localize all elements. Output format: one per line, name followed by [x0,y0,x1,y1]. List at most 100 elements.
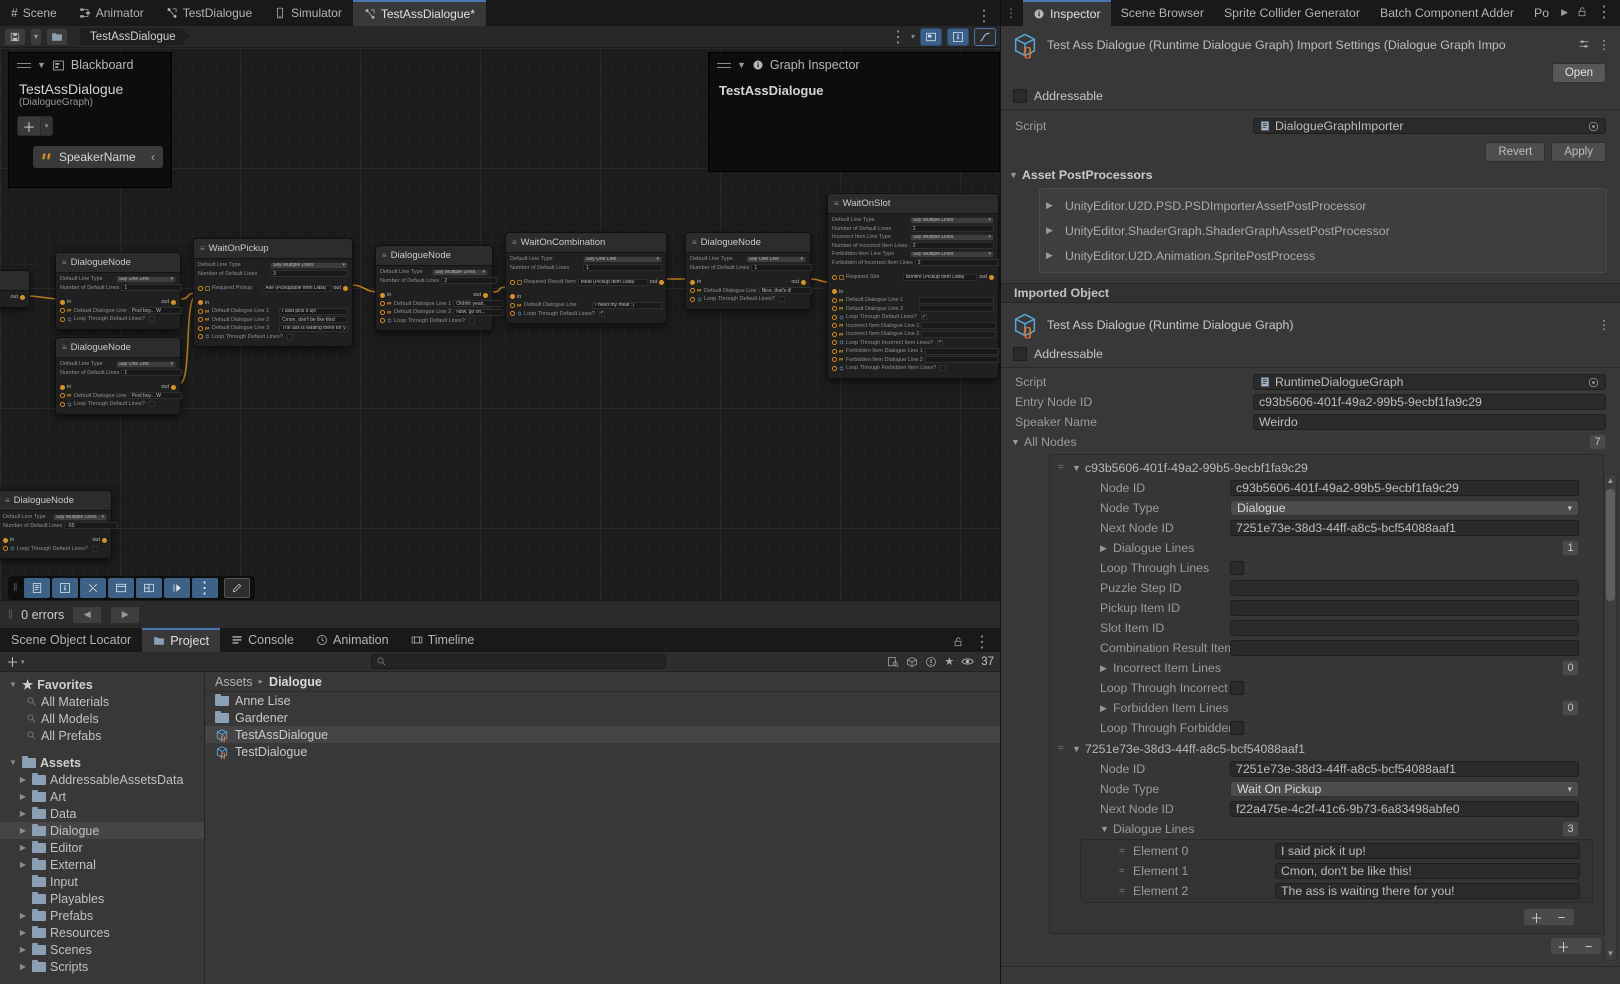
foldout-arrow-icon[interactable]: ▶ [1100,543,1113,554]
scroll-up-icon[interactable]: ▲ [1607,475,1615,487]
foldout-arrow-icon[interactable]: ▼ [1009,170,1022,180]
add-variable-button[interactable]: ＋ [17,116,41,136]
node-dropdown[interactable]: Say One Line▾ [116,361,176,368]
blackboard-toggle-button[interactable] [974,28,996,46]
input-port[interactable] [3,538,8,543]
graph-node-dialoguenode[interactable]: ≡DialogueNode Default Line TypeSay One L… [55,337,181,415]
puzzle-step-id-field[interactable] [1230,580,1579,596]
drag-handle-icon[interactable] [17,63,31,68]
port-icon[interactable] [832,306,837,311]
prev-error-button[interactable]: ◀ [72,606,102,624]
folder-item-external[interactable]: ▶External [0,856,204,873]
node-number-input[interactable]: -55 [64,522,118,529]
script-field[interactable]: DialogueGraphImporter [1253,118,1606,134]
breadcrumb-root[interactable]: Assets [215,675,253,689]
output-port[interactable] [20,295,25,300]
folder-item-input[interactable]: Input [0,873,204,890]
port-icon[interactable] [690,297,695,302]
alert-icon[interactable] [925,656,937,668]
node-checkbox[interactable] [779,296,785,302]
node-checkbox[interactable] [149,401,155,407]
file-item-anne-lise[interactable]: Anne Lise [205,692,1000,709]
port-icon[interactable] [198,317,203,322]
graph-breadcrumb[interactable]: TestAssDialogue [80,28,190,46]
remove-element-button[interactable]: − [1549,909,1574,925]
port-icon[interactable] [510,311,515,316]
dialogue-line-input[interactable]: Nice, that's it! [759,287,812,294]
folder-item-scripts[interactable]: ▶Scripts [0,958,204,975]
node-dropdown[interactable]: Say Multiple Lines▾ [910,251,994,258]
port-icon[interactable] [380,310,385,315]
input-port[interactable] [60,300,65,305]
node-dropdown[interactable]: Say Multiple Lines▾ [53,514,107,521]
dialogue-line-input[interactable]: Cmon, don't be like this! [279,316,348,323]
graph-node-dialoguenode[interactable]: ≡DialogueNode Default Line TypeSay One L… [55,252,181,330]
dialogue-line-input[interactable]: Now, go on,.. [453,309,503,316]
input-port[interactable] [60,385,65,390]
port-icon[interactable] [832,357,837,362]
input-port[interactable] [690,280,695,285]
package-icon[interactable] [906,656,918,668]
favorite-item[interactable]: All Materials [0,693,204,710]
node-wire[interactable] [351,285,378,292]
port-icon[interactable] [832,366,837,371]
node-number-input[interactable]: 1 [583,264,662,271]
blackboard-panel[interactable]: ▼Blackboard TestAssDialogue (DialogueGra… [8,52,172,188]
port-icon[interactable] [832,315,837,320]
folder-item-scenes[interactable]: ▶Scenes [0,941,204,958]
output-port[interactable] [102,538,107,543]
file-item-gardener[interactable]: Gardener [205,709,1000,726]
favorite-item[interactable]: All Models [0,710,204,727]
star-icon[interactable]: ★ [944,655,954,668]
scroll-down-icon[interactable]: ▼ [1607,948,1615,960]
drag-handle-icon[interactable]: = [1119,846,1133,857]
folder-item-resources[interactable]: ▶Resources [0,924,204,941]
save-caret-icon[interactable]: ▾ [30,28,42,46]
graph-node-dialoguenode[interactable]: ≡DialogueNode Default Line TypeSay Multi… [0,490,112,559]
graph-inspector-panel[interactable]: ▼Graph Inspector TestAssDialogue [708,52,1000,172]
eye-icon[interactable] [961,655,974,668]
lock-icon[interactable] [1576,6,1588,18]
dialogue-line-input[interactable]: Pool boy... W [129,307,182,314]
port-icon[interactable] [198,309,203,314]
graph-inspector-toggle-button[interactable] [947,28,969,46]
folder-item-addressableassetsdata[interactable]: ▶AddressableAssetsData [0,771,204,788]
add-variable-caret[interactable]: ▾ [41,116,53,136]
graph-node-dialoguenode[interactable]: ≡DialogueNode Default Line TypeSay Multi… [375,245,493,331]
infoSq-button[interactable] [52,578,78,598]
foldout-arrow-icon[interactable]: ▶ [1100,663,1113,674]
revert-button[interactable]: Revert [1485,142,1545,162]
open-asset-button[interactable] [46,28,68,46]
folder-item-art[interactable]: ▶Art [0,788,204,805]
port-icon[interactable] [832,340,837,345]
kebab-button[interactable]: ⋮ [192,578,218,598]
input-port[interactable] [380,293,385,298]
folder-item-data[interactable]: ▶Data [0,805,204,822]
dialogue-line-input[interactable] [925,356,1000,363]
file-item-testdialogue[interactable]: {}TestDialogue [205,743,1000,760]
speaker-name-field[interactable]: Weirdo [1253,414,1606,430]
dialogue-line-input[interactable] [919,297,994,304]
port-icon[interactable] [832,349,837,354]
drag-handle-icon[interactable]: = [1119,866,1133,877]
dialogue-line-input[interactable]: I need my meat :) [592,302,662,309]
addressable-checkbox[interactable] [1013,89,1027,103]
scrollbar[interactable]: ▲▼ [1604,474,1617,961]
next-error-button[interactable]: ▶ [110,606,140,624]
bottom-tab-console[interactable]: Console [220,628,305,652]
assets-root[interactable]: ▼Assets [0,754,204,771]
collapse-icon[interactable]: ▼ [37,60,46,70]
node-group-header[interactable]: =▼7251e73e-38d3-44ff-a8c5-bcf54088aaf1 [1050,738,1593,759]
port-icon[interactable] [832,332,837,337]
port-icon[interactable] [60,393,65,398]
graph-node-waitonslot[interactable]: ≡WaitOnSlot Default Line TypeSay Multipl… [827,193,999,379]
window-tab-scene[interactable]: #Scene [0,0,68,26]
inspector-tab-scene-browser[interactable]: Scene Browser [1111,0,1214,26]
node-checkbox[interactable] [469,318,475,324]
kebab-icon[interactable]: ⋮ [1598,38,1610,53]
dialogue-line-input[interactable]: Pool boy... W [129,392,182,399]
postprocessor-item[interactable]: ▶UnityEditor.U2D.Animation.SpritePostPro… [1046,243,1600,268]
node-checkbox[interactable] [149,316,155,322]
open-button[interactable]: Open [1552,63,1606,83]
node-checkbox[interactable] [921,314,927,320]
